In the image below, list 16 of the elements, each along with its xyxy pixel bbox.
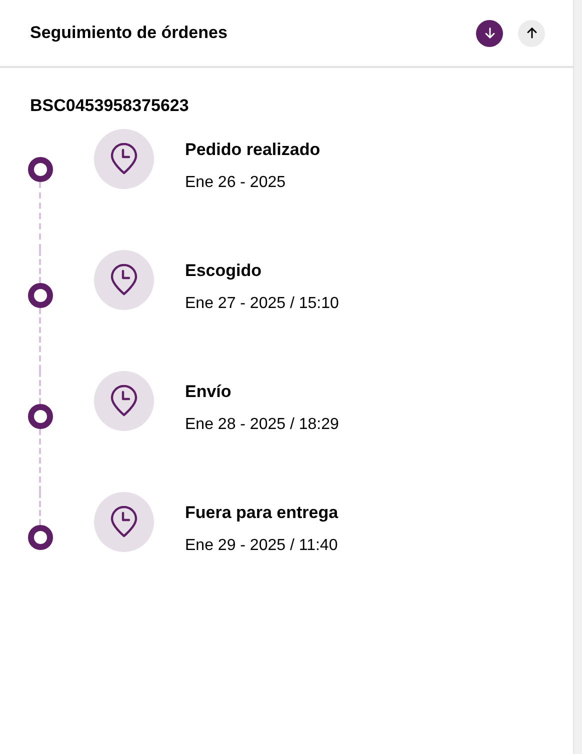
event-date: Ene 29 - 2025 / 11:40 [185, 536, 338, 556]
panel-title: Seguimiento de órdenes [30, 22, 228, 44]
sort-button[interactable] [518, 20, 545, 46]
event-date: Ene 27 - 2025 / 15:10 [185, 294, 339, 314]
clock-pin-icon [109, 506, 139, 538]
sort-button[interactable] [476, 20, 503, 46]
clock-pin-icon [109, 142, 139, 174]
clock-pin-icon [109, 264, 139, 296]
clock-pin-icon [109, 384, 139, 416]
event-title: Escogido [185, 260, 263, 282]
order-number: BSC0453958375623 [29, 95, 190, 117]
event-date: Ene 26 - 2025 [185, 173, 287, 193]
event-title: Fuera para entrega [185, 502, 338, 524]
event-title: Pedido realizado [185, 138, 320, 160]
event-title: Envío [185, 380, 232, 402]
event-date: Ene 28 - 2025 / 18:29 [185, 415, 339, 435]
